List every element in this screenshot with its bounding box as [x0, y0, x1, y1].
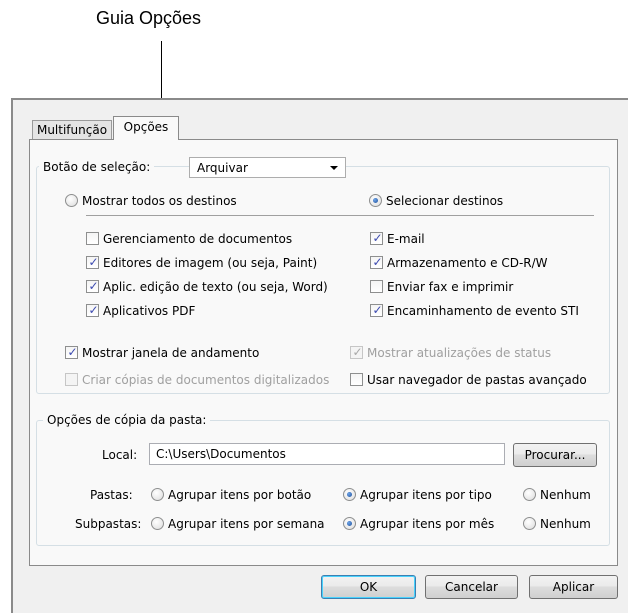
checkbox-text-editors-label: Aplic. edição de texto (ou seja, Word) — [103, 280, 328, 294]
tab-options[interactable]: Opções — [113, 116, 179, 140]
checkbox-text-editors[interactable]: ✓ — [86, 279, 99, 293]
checkbox-show-progress-label: Mostrar janela de andamento — [82, 346, 260, 360]
checkbox-document-management[interactable] — [86, 232, 99, 245]
apply-button[interactable]: Aplicar — [529, 575, 618, 599]
ok-button[interactable]: OK — [321, 575, 416, 599]
radio-folders-by-type-label: Agrupar itens por tipo — [360, 488, 492, 502]
subfolders-label: Subpastas: — [75, 517, 142, 531]
checkbox-storage-cd[interactable]: ✓ — [370, 255, 383, 269]
callout-label: Guia Opções — [96, 8, 202, 28]
radio-selected-dot — [373, 198, 378, 203]
checkbox-advanced-browser[interactable] — [350, 373, 363, 386]
radio-select-label: Selecionar destinos — [386, 194, 504, 208]
radio-selected-dot — [347, 521, 352, 526]
checkbox-pdf-apps[interactable]: ✓ — [86, 303, 99, 317]
radio-folders-by-button-label: Agrupar itens por botão — [168, 488, 312, 502]
radio-subfolders-by-week[interactable] — [151, 517, 164, 530]
checkbox-document-management-label: Gerenciamento de documentos — [103, 232, 293, 246]
checkbox-advanced-browser-label: Usar navegador de pastas avançado — [367, 373, 587, 387]
checkbox-email-label: E-mail — [387, 232, 425, 246]
radio-subfolders-by-week-label: Agrupar itens por semana — [168, 517, 325, 531]
radio-select-destinations[interactable] — [369, 194, 382, 207]
checkbox-show-status[interactable]: ✓ — [350, 345, 363, 359]
local-label: Local: — [102, 448, 138, 462]
checkbox-pdf-apps-label: Aplicativos PDF — [103, 304, 196, 318]
checkbox-storage-cd-label: Armazenamento e CD-R/W — [387, 256, 548, 270]
checkbox-sti-routing[interactable]: ✓ — [370, 303, 383, 317]
folders-label: Pastas: — [90, 488, 133, 502]
checkmark-icon: ✓ — [88, 303, 99, 317]
checkmark-icon: ✓ — [372, 255, 383, 269]
checkbox-show-progress[interactable]: ✓ — [65, 345, 78, 359]
chevron-down-icon — [330, 166, 338, 170]
checkbox-fax-print[interactable] — [370, 280, 383, 293]
tab-multifunction[interactable]: Multifunção — [32, 120, 112, 139]
radio-show-all-destinations[interactable] — [65, 194, 78, 207]
radio-subfolders-by-month-label: Agrupar itens por mês — [360, 517, 495, 531]
local-path-input[interactable] — [156, 445, 496, 463]
checkmark-icon: ✓ — [372, 231, 383, 245]
checkbox-image-editors[interactable]: ✓ — [86, 255, 99, 269]
radio-show-all-label: Mostrar todos os destinos — [82, 194, 237, 208]
checkbox-email[interactable]: ✓ — [370, 231, 383, 245]
radio-folders-by-button[interactable] — [151, 488, 164, 501]
folder-copy-title: Opções de cópia da pasta: — [43, 413, 211, 427]
checkbox-show-status-label: Mostrar atualizações de status — [367, 346, 552, 360]
checkbox-image-editors-label: Editores de imagem (ou seja, Paint) — [103, 256, 318, 270]
checkbox-fax-print-label: Enviar fax e imprimir — [387, 280, 514, 294]
radio-folders-by-type[interactable] — [343, 488, 356, 501]
checkmark-icon: ✓ — [88, 279, 99, 293]
checkmark-icon: ✓ — [88, 255, 99, 269]
selection-dropdown[interactable]: Arquivar — [189, 157, 346, 178]
radio-folders-none-label: Nenhum — [540, 488, 591, 502]
destinations-separator — [86, 215, 594, 216]
cancel-button[interactable]: Cancelar — [425, 575, 518, 599]
radio-subfolders-none-label: Nenhum — [540, 517, 591, 531]
checkmark-icon: ✓ — [67, 345, 78, 359]
browse-button[interactable]: Procurar... — [513, 443, 597, 467]
checkbox-sti-routing-label: Encaminhamento de evento STI — [387, 304, 579, 318]
radio-subfolders-by-month[interactable] — [343, 517, 356, 530]
radio-folders-none[interactable] — [523, 488, 536, 501]
checkbox-create-copies[interactable] — [65, 373, 78, 386]
selection-dropdown-value: Arquivar — [197, 161, 248, 175]
checkmark-icon: ✓ — [372, 303, 383, 317]
checkbox-create-copies-label: Criar cópias de documentos digitalizados — [82, 373, 330, 387]
local-path-field[interactable] — [149, 443, 505, 465]
tab-multifunction-label: Multifunção — [36, 123, 108, 137]
radio-selected-dot — [347, 492, 352, 497]
selection-button-label: Botão de seleção: — [39, 160, 155, 174]
checkmark-icon: ✓ — [352, 345, 363, 359]
tab-options-label: Opções — [123, 120, 169, 134]
radio-subfolders-none[interactable] — [523, 517, 536, 530]
